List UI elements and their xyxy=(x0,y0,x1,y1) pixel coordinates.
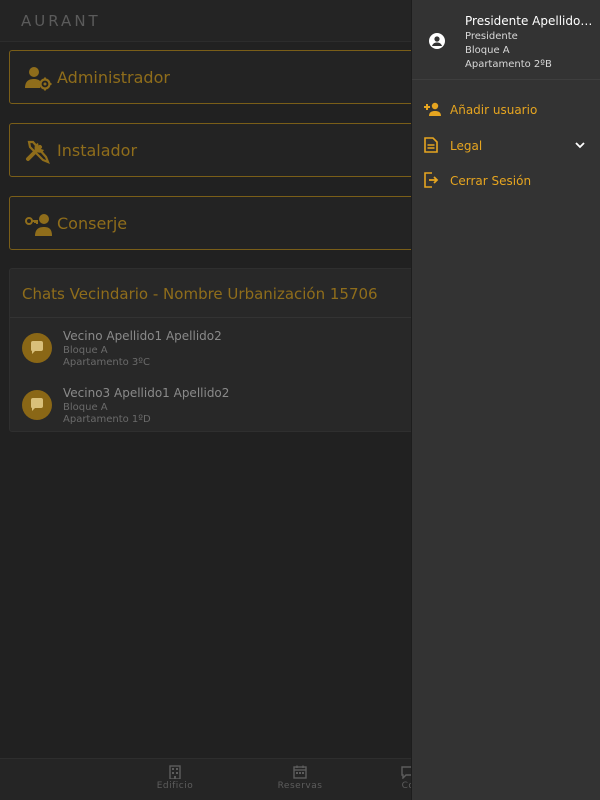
role-card-administrador[interactable]: Administrador xyxy=(9,50,429,104)
role-card-conserje[interactable]: Conserje xyxy=(9,196,429,250)
role-label: Instalador xyxy=(57,141,138,160)
chat-apartment: Apartamento 3ºC xyxy=(63,357,150,368)
drawer-user-header: Presidente Apellido1... Presidente Bloqu… xyxy=(412,0,600,80)
account-circle-icon xyxy=(429,33,445,49)
menu-label: Cerrar Sesión xyxy=(450,174,532,188)
person-key-icon xyxy=(25,214,52,236)
logo-text: AURANT xyxy=(21,12,101,30)
menu-item-legal[interactable]: Legal xyxy=(412,132,600,160)
divider xyxy=(10,317,428,318)
user-role: Presidente xyxy=(465,31,518,42)
chevron-down-icon[interactable] xyxy=(574,140,586,150)
menu-label: Legal xyxy=(450,139,483,153)
app-logo: AURANT xyxy=(21,12,101,30)
menu-item-cerrar-sesion[interactable]: Cerrar Sesión xyxy=(412,167,600,195)
role-label: Conserje xyxy=(57,214,128,233)
user-apartment: Apartamento 2ºB xyxy=(465,59,552,70)
calendar-icon xyxy=(293,765,307,779)
chat-name: Vecino Apellido1 Apellido2 xyxy=(63,329,222,343)
neighborhood-chats-panel: Chats Vecindario - Nombre Urbanización 1… xyxy=(9,268,429,432)
menu-label: Añadir usuario xyxy=(450,103,538,117)
chat-name: Vecino3 Apellido1 Apellido2 xyxy=(63,386,230,400)
chat-list-item[interactable]: Vecino3 Apellido1 Apellido2 Bloque A Apa… xyxy=(10,378,428,430)
nav-reservas[interactable]: Reservas xyxy=(260,765,340,791)
chat-avatar xyxy=(22,333,52,363)
role-card-instalador[interactable]: Instalador xyxy=(9,123,429,177)
chat-block: Bloque A xyxy=(63,402,108,413)
nav-label: Edificio xyxy=(156,781,194,791)
logout-icon xyxy=(424,172,439,188)
chat-bubble-icon xyxy=(31,341,43,354)
chat-apartment: Apartamento 1ºD xyxy=(63,414,151,425)
chat-bubble-icon xyxy=(31,398,43,411)
user-block: Bloque A xyxy=(465,45,510,56)
person-add-icon xyxy=(424,102,441,116)
menu-item-anadir-usuario[interactable]: Añadir usuario xyxy=(412,96,600,124)
app-root: AURANT Administrador Instalador Conserje… xyxy=(0,0,600,800)
tools-icon xyxy=(26,140,50,164)
building-icon xyxy=(169,765,181,779)
role-label: Administrador xyxy=(57,68,170,87)
chat-avatar xyxy=(22,390,52,420)
chat-list-item[interactable]: Vecino Apellido1 Apellido2 Bloque A Apar… xyxy=(10,321,428,373)
user-name: Presidente Apellido1... xyxy=(465,14,597,28)
nav-edificio[interactable]: Edificio xyxy=(135,765,215,791)
chats-title: Chats Vecindario - Nombre Urbanización 1… xyxy=(22,285,378,303)
document-icon xyxy=(424,137,438,153)
chat-block: Bloque A xyxy=(63,345,108,356)
navigation-drawer: Presidente Apellido1... Presidente Bloqu… xyxy=(411,0,600,800)
admin-settings-icon xyxy=(25,67,52,91)
nav-label: Reservas xyxy=(277,781,323,791)
